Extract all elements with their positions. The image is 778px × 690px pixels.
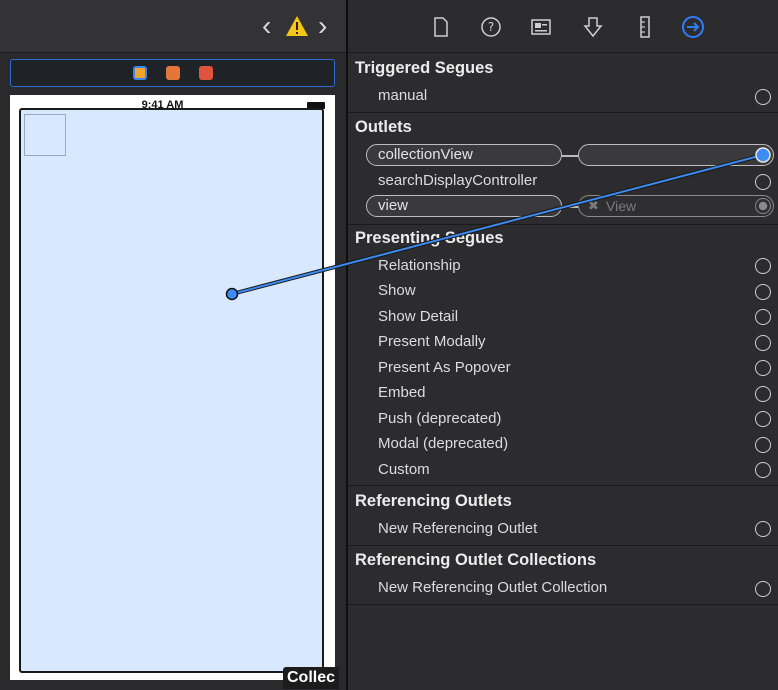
connection-circle-present-modally[interactable] — [755, 335, 771, 351]
outlet-view-target-label: View — [606, 198, 637, 214]
segue-present-as-popover: Present As Popover — [378, 359, 511, 376]
outlet-view-label: view — [378, 197, 409, 214]
outlet-collectionview-target[interactable] — [578, 144, 774, 166]
connection-circle-embed[interactable] — [755, 386, 771, 402]
connection-circle-new-referencing-outlet[interactable] — [755, 521, 771, 537]
size-inspector-icon[interactable] — [634, 16, 656, 38]
connection-circle-manual[interactable] — [755, 89, 771, 105]
first-responder-icon[interactable] — [166, 66, 180, 80]
file-inspector-icon[interactable] — [430, 16, 452, 38]
segue-show: Show — [378, 282, 416, 299]
segue-custom: Custom — [378, 461, 430, 478]
scene-title-label: Collec — [283, 667, 340, 689]
segue-relationship: Relationship — [378, 257, 461, 274]
triggered-segues-header: Triggered Segues — [355, 59, 494, 77]
connection-circle-view[interactable] — [755, 198, 771, 214]
section-divider — [348, 545, 778, 546]
outlet-collectionview-label: collectionView — [378, 146, 473, 163]
connection-circle-modal-deprecated[interactable] — [755, 437, 771, 453]
outlet-link-line — [562, 206, 578, 208]
connections-inspector-icon[interactable] — [682, 16, 704, 38]
connection-circle-custom[interactable] — [755, 462, 771, 478]
identity-inspector-icon[interactable] — [530, 16, 552, 38]
section-divider — [348, 112, 778, 113]
attributes-inspector-icon[interactable] — [582, 16, 604, 38]
connection-circle-show-detail[interactable] — [755, 309, 771, 325]
segue-show-detail: Show Detail — [378, 308, 459, 325]
connection-circle-push-deprecated[interactable] — [755, 411, 771, 427]
storyboard-pane: ‹ › 9:41 AM Collec — [0, 0, 346, 690]
presenting-segues-header: Presenting Segues — [355, 229, 504, 247]
connection-circle-relationship[interactable] — [755, 258, 771, 274]
section-divider — [348, 485, 778, 486]
collection-view-cell[interactable] — [24, 114, 66, 156]
section-divider — [348, 224, 778, 225]
connection-circle-new-referencing-outlet-collection[interactable] — [755, 581, 771, 597]
connection-circle-show[interactable] — [755, 284, 771, 300]
segue-manual: manual — [378, 87, 428, 104]
back-arrow-icon[interactable]: ‹ — [262, 11, 271, 41]
warning-icon[interactable] — [285, 15, 309, 37]
exit-icon[interactable] — [199, 66, 213, 80]
outlets-header: Outlets — [355, 118, 412, 136]
forward-arrow-icon[interactable]: › — [318, 11, 327, 41]
quick-help-icon[interactable]: ? — [480, 16, 502, 38]
connection-circle-present-as-popover[interactable] — [755, 360, 771, 376]
svg-text:?: ? — [488, 20, 494, 34]
referencing-outlet-collections-header: Referencing Outlet Collections — [355, 551, 597, 569]
segue-embed: Embed — [378, 384, 426, 401]
inspector-toolbar: ? — [348, 0, 778, 53]
view-controller-icon[interactable] — [133, 66, 147, 80]
new-referencing-outlet-collection: New Referencing Outlet Collection — [378, 579, 608, 596]
outlet-searchdisplaycontroller: searchDisplayController — [378, 172, 538, 189]
segue-modal-deprecated: Modal (deprecated) — [378, 435, 509, 452]
segue-push-deprecated: Push (deprecated) — [378, 410, 502, 427]
connection-circle-searchdisplaycontroller[interactable] — [755, 174, 771, 190]
collection-view[interactable] — [19, 108, 324, 673]
storyboard-toolbar: ‹ › — [0, 0, 346, 53]
scene-dock — [10, 59, 335, 87]
remove-connection-icon[interactable]: ✖ — [588, 198, 599, 214]
outlet-link-line — [562, 155, 578, 157]
section-divider — [348, 604, 778, 605]
referencing-outlets-header: Referencing Outlets — [355, 492, 512, 510]
segue-present-modally: Present Modally — [378, 333, 486, 350]
new-referencing-outlet: New Referencing Outlet — [378, 520, 538, 537]
